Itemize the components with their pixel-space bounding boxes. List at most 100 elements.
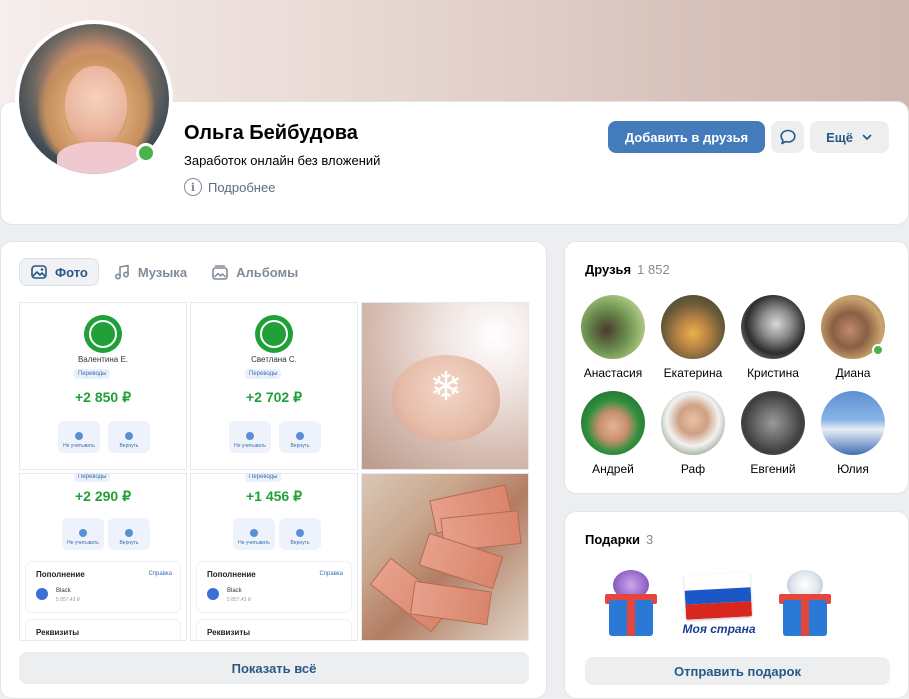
transfer-return: Вернуть bbox=[279, 518, 321, 550]
bank-icon bbox=[36, 588, 48, 600]
gifts-card: Подарки 3 Моя страна Отправить подарок bbox=[564, 511, 909, 699]
transfer-chip: Переводы bbox=[245, 474, 282, 482]
transfer-return: Вернуть bbox=[108, 518, 150, 550]
transfer-ignore: Не учитывать bbox=[229, 421, 271, 453]
friend-item[interactable]: Анастасия bbox=[573, 295, 653, 380]
transfer-chip: Переводы bbox=[74, 474, 111, 482]
friend-avatar bbox=[581, 391, 645, 455]
friends-card: Друзья 1 852 Анастасия Екатерина Кристина… bbox=[564, 241, 909, 494]
friend-name: Андрей bbox=[592, 462, 634, 476]
more-button[interactable]: Ещё bbox=[810, 121, 889, 153]
media-tabs: Фото Музыка Альбомы bbox=[19, 258, 308, 286]
photo-tile-money[interactable] bbox=[361, 473, 529, 641]
friend-name: Раф bbox=[680, 462, 706, 476]
transfer-section-link: Справка bbox=[148, 571, 172, 577]
gift-item[interactable]: Моя страна bbox=[681, 566, 757, 642]
photo-tile-snowflake[interactable]: ❄ bbox=[361, 302, 529, 470]
tab-music[interactable]: Музыка bbox=[103, 258, 197, 286]
russia-flag-icon bbox=[683, 572, 753, 620]
more-info-link[interactable]: i Подробнее bbox=[184, 178, 275, 196]
friends-count: 1 852 bbox=[637, 262, 670, 277]
transfer-ignore: Не учитывать bbox=[58, 421, 100, 453]
online-indicator bbox=[136, 143, 156, 163]
friend-name: Кристина bbox=[747, 366, 799, 380]
friend-name: Евгений bbox=[750, 462, 796, 476]
transfer-section-title: Пополнение bbox=[207, 570, 256, 579]
add-friend-button[interactable]: Добавить в друзья bbox=[608, 121, 765, 153]
tab-albums[interactable]: Альбомы bbox=[201, 258, 308, 286]
transfer-chip: Переводы bbox=[74, 369, 111, 379]
friend-avatar bbox=[581, 295, 645, 359]
friend-name: Екатерина bbox=[663, 366, 723, 380]
gifts-count: 3 bbox=[646, 532, 654, 547]
transfer-amount: +2 702 ₽ bbox=[245, 389, 302, 405]
photo-tile[interactable]: Переводы +1 456 ₽ Не учитывать Вернуть П… bbox=[190, 473, 358, 641]
friend-avatar bbox=[661, 391, 725, 455]
transfer-section-link: Справка bbox=[319, 571, 343, 577]
friends-header[interactable]: Друзья 1 852 bbox=[585, 262, 670, 277]
gift-item[interactable] bbox=[767, 566, 843, 642]
friend-avatar bbox=[821, 391, 885, 455]
bank-balance: 5 857,43 ₽ bbox=[56, 597, 81, 603]
message-button[interactable] bbox=[771, 121, 804, 153]
show-all-button[interactable]: Показать всё bbox=[19, 652, 529, 684]
friends-title: Друзья bbox=[585, 262, 632, 277]
gift-item[interactable] bbox=[593, 566, 669, 642]
friend-avatar bbox=[741, 391, 805, 455]
checkmark-icon bbox=[84, 315, 122, 353]
transfer-chip: Переводы bbox=[245, 369, 282, 379]
profile-name: Ольга Бейбудова bbox=[184, 122, 358, 144]
media-card: Фото Музыка Альбомы Валентина Е. Перевод… bbox=[0, 241, 547, 699]
transfer-return: Вернуть bbox=[279, 421, 321, 453]
friend-item[interactable]: Кристина bbox=[733, 295, 813, 380]
friend-item[interactable]: Юлия bbox=[813, 391, 893, 476]
transfer-sender: Валентина Е. bbox=[77, 355, 129, 364]
message-icon bbox=[779, 129, 796, 145]
transfer-amount: +2 850 ₽ bbox=[74, 389, 131, 405]
more-info-label: Подробнее bbox=[208, 179, 276, 195]
friend-item[interactable]: Екатерина bbox=[653, 295, 733, 380]
transfer-section-title: Пополнение bbox=[36, 570, 85, 579]
friend-item[interactable]: Раф bbox=[653, 391, 733, 476]
friend-name: Диана bbox=[835, 366, 871, 380]
photo-tile[interactable]: Переводы +2 290 ₽ Не учитывать Вернуть П… bbox=[19, 473, 187, 641]
gifts-header[interactable]: Подарки 3 bbox=[585, 532, 653, 547]
bank-name: Black bbox=[227, 588, 242, 594]
bank-balance: 5 857,43 ₽ bbox=[227, 597, 252, 603]
transfer-sender: Светлана С. bbox=[251, 355, 297, 364]
bank-icon bbox=[207, 588, 219, 600]
photo-tile[interactable]: Светлана С. Переводы +2 702 ₽ Не учитыва… bbox=[190, 302, 358, 470]
tab-music-label: Музыка bbox=[137, 264, 188, 280]
photo-grid: Валентина Е. Переводы +2 850 ₽ Не учитыв… bbox=[19, 302, 529, 641]
transfer-section-title: Реквизиты bbox=[36, 628, 80, 637]
online-indicator bbox=[872, 344, 884, 356]
transfer-amount: +1 456 ₽ bbox=[245, 488, 302, 504]
friend-avatar bbox=[821, 295, 885, 359]
info-icon: i bbox=[184, 178, 202, 196]
photo-icon bbox=[31, 265, 47, 279]
friend-avatar bbox=[741, 295, 805, 359]
friend-name: Анастасия bbox=[583, 366, 643, 380]
send-gift-button[interactable]: Отправить подарок bbox=[585, 657, 890, 685]
friend-item[interactable]: Диана bbox=[813, 295, 893, 380]
friend-item[interactable]: Евгений bbox=[733, 391, 813, 476]
gift-label: Моя страна bbox=[682, 622, 756, 636]
friend-item[interactable]: Андрей bbox=[573, 391, 653, 476]
music-icon bbox=[114, 264, 129, 280]
transfer-ignore: Не учитывать bbox=[233, 518, 275, 550]
friend-name: Юлия bbox=[837, 462, 869, 476]
profile-status: Заработок онлайн без вложений bbox=[184, 153, 381, 168]
snowflake-icon: ❄ bbox=[429, 365, 463, 409]
transfer-amount: +2 290 ₽ bbox=[74, 488, 131, 504]
checkmark-icon bbox=[255, 315, 293, 353]
bank-name: Black bbox=[56, 588, 71, 594]
tab-albums-label: Альбомы bbox=[236, 264, 299, 280]
chevron-down-icon bbox=[862, 134, 872, 140]
transfer-return: Вернуть bbox=[108, 421, 150, 453]
tab-photo[interactable]: Фото bbox=[19, 258, 99, 286]
transfer-ignore: Не учитывать bbox=[62, 518, 104, 550]
photo-tile[interactable]: Валентина Е. Переводы +2 850 ₽ Не учитыв… bbox=[19, 302, 187, 470]
gifts-title: Подарки bbox=[585, 532, 641, 547]
friend-avatar bbox=[661, 295, 725, 359]
albums-icon bbox=[212, 265, 228, 280]
